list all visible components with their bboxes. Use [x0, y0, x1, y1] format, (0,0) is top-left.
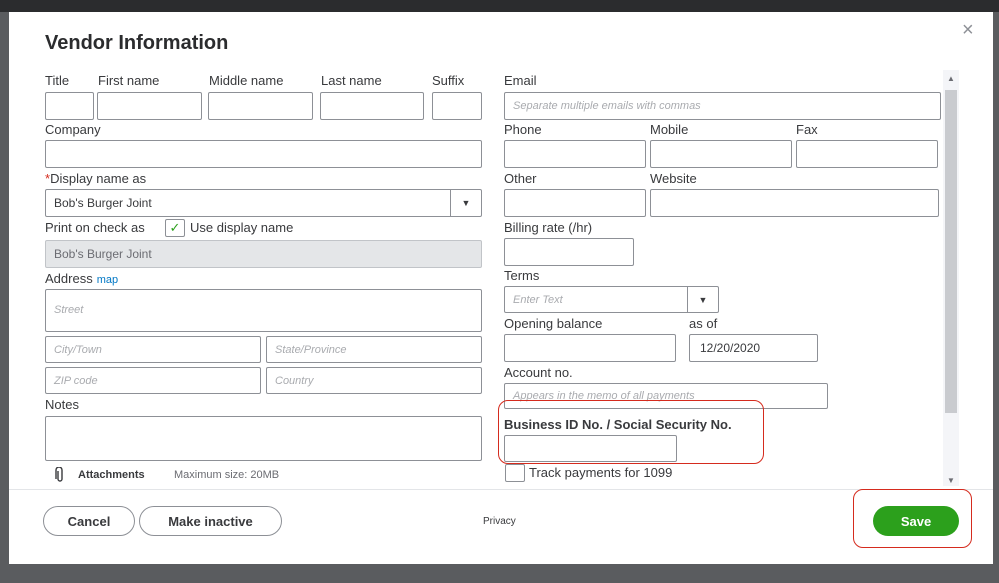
opening-balance-input[interactable]: [504, 334, 676, 362]
title-input[interactable]: [45, 92, 94, 120]
terms-placeholder: Enter Text: [513, 293, 563, 306]
notes-label: Notes: [45, 397, 79, 412]
company-label: Company: [45, 122, 101, 137]
use-display-name-label: Use display name: [190, 220, 294, 235]
terms-select[interactable]: Enter Text ▼: [504, 286, 719, 313]
scrollbar-thumb[interactable]: [945, 90, 957, 413]
chevron-down-icon[interactable]: ▼: [687, 287, 718, 312]
country-input[interactable]: Country: [266, 367, 482, 394]
scroll-down-icon[interactable]: ▼: [947, 476, 955, 485]
website-input[interactable]: [650, 189, 939, 217]
as-of-date-input[interactable]: 12/20/2020: [689, 334, 818, 362]
other-input[interactable]: [504, 189, 646, 217]
attachments-label[interactable]: Attachments: [78, 469, 145, 481]
website-label: Website: [650, 171, 697, 186]
zip-placeholder: ZIP code: [54, 374, 98, 387]
billing-rate-label: Billing rate (/hr): [504, 220, 593, 235]
fax-input[interactable]: [796, 140, 938, 168]
address-label-text: Address: [45, 271, 93, 286]
suffix-label: Suffix: [432, 73, 465, 88]
email-label: Email: [504, 73, 537, 88]
close-icon[interactable]: ×: [962, 20, 974, 40]
last-name-label: Last name: [321, 73, 382, 88]
business-id-input[interactable]: [504, 435, 677, 462]
city-input[interactable]: City/Town: [45, 336, 261, 363]
other-label: Other: [504, 171, 537, 186]
first-name-label: First name: [98, 73, 160, 88]
as-of-label: as of: [689, 316, 718, 331]
vendor-information-dialog: Vendor Information × Title First name Mi…: [9, 12, 993, 564]
terms-label: Terms: [504, 268, 540, 283]
save-button[interactable]: Save: [873, 506, 959, 536]
print-on-check-value: Bob's Burger Joint: [54, 247, 152, 261]
cancel-button[interactable]: Cancel: [43, 506, 135, 536]
zip-input[interactable]: ZIP code: [45, 367, 261, 394]
email-input[interactable]: Separate multiple emails with commas: [504, 92, 941, 120]
map-link[interactable]: map: [97, 274, 118, 286]
fax-label: Fax: [796, 122, 818, 137]
display-name-select[interactable]: Bob's Burger Joint ▼: [45, 189, 482, 217]
middle-name-input[interactable]: [208, 92, 313, 120]
middle-name-label: Middle name: [209, 73, 284, 88]
privacy-link[interactable]: Privacy: [483, 516, 516, 527]
paperclip-icon[interactable]: [55, 466, 65, 483]
print-on-check-input[interactable]: Bob's Burger Joint: [45, 240, 482, 268]
suffix-input[interactable]: [432, 92, 482, 120]
state-input[interactable]: State/Province: [266, 336, 482, 363]
use-display-name-checkbox[interactable]: ✓: [165, 219, 185, 237]
first-name-input[interactable]: [97, 92, 202, 120]
footer-divider: [9, 489, 993, 490]
display-name-label-text: Display name as: [50, 171, 147, 186]
print-on-check-label: Print on check as: [45, 220, 145, 235]
notes-textarea[interactable]: [45, 416, 482, 461]
dialog-title: Vendor Information: [45, 32, 229, 54]
country-placeholder: Country: [275, 374, 314, 387]
mobile-input[interactable]: [650, 140, 792, 168]
opening-balance-label: Opening balance: [504, 316, 603, 331]
track-1099-label: Track payments for 1099: [529, 465, 673, 480]
scroll-up-icon[interactable]: ▲: [947, 74, 955, 83]
mobile-label: Mobile: [650, 122, 689, 137]
company-input[interactable]: [45, 140, 482, 168]
billing-rate-input[interactable]: [504, 238, 634, 266]
background-top-bar: [0, 0, 999, 12]
email-placeholder: Separate multiple emails with commas: [513, 100, 701, 112]
business-id-label: Business ID No. / Social Security No.: [504, 417, 732, 432]
display-name-label: *Display name as: [45, 171, 146, 186]
chevron-down-icon[interactable]: ▼: [450, 190, 481, 216]
display-name-value: Bob's Burger Joint: [54, 196, 152, 210]
state-placeholder: State/Province: [275, 343, 347, 356]
attachments-max-size: Maximum size: 20MB: [174, 469, 280, 481]
phone-input[interactable]: [504, 140, 646, 168]
phone-label: Phone: [504, 122, 542, 137]
title-label: Title: [45, 73, 70, 88]
account-no-label: Account no.: [504, 365, 573, 380]
last-name-input[interactable]: [320, 92, 424, 120]
make-inactive-button[interactable]: Make inactive: [139, 506, 282, 536]
check-icon: ✓: [169, 220, 181, 235]
street-placeholder: Street: [54, 304, 84, 316]
city-placeholder: City/Town: [54, 343, 102, 356]
address-label: Address map: [45, 271, 118, 286]
street-input[interactable]: Street: [45, 289, 482, 332]
as-of-date-value: 12/20/2020: [700, 341, 761, 355]
track-1099-checkbox[interactable]: [505, 464, 525, 482]
